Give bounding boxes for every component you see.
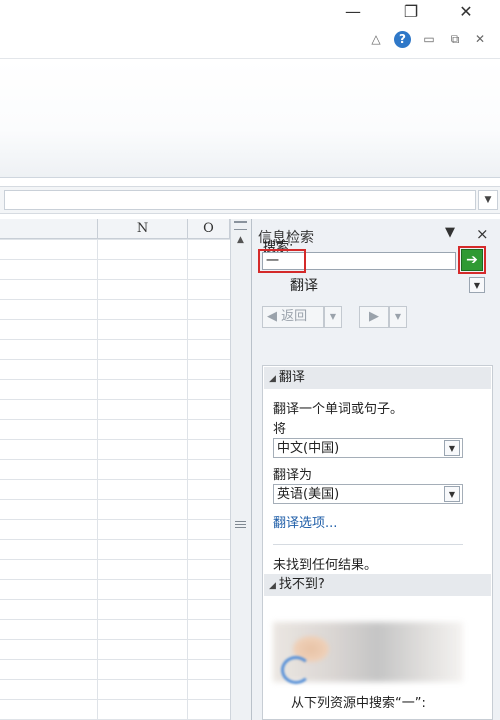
chevron-down-icon[interactable]: ▼ [444, 440, 460, 456]
source-select[interactable]: 翻译 ▼ [262, 275, 492, 295]
title-bar: — ❐ ✕ [0, 0, 500, 26]
forward-dropdown-icon[interactable]: ▼ [389, 306, 407, 328]
ribbon [0, 59, 500, 177]
research-pane: 信息检索 ▼ × 搜索: 一 ➔ 翻译 ▼ ◀ 返回 ▼ ▶ ▼ ◢ 翻译 翻译一… [251, 219, 500, 720]
to-language-select[interactable]: 英语(美国) ▼ [273, 484, 463, 504]
workbook-close-button[interactable]: ✕ [472, 29, 488, 49]
forward-arrow-icon: ▶ [369, 309, 379, 324]
pane-close-icon[interactable]: × [476, 225, 489, 243]
column-header-n[interactable]: N [98, 219, 188, 239]
no-result-text: 未找到任何结果。 [273, 558, 378, 573]
chevron-down-icon[interactable]: ▼ [469, 277, 485, 293]
from-label: 将 [273, 422, 287, 437]
back-dropdown-icon[interactable]: ▼ [324, 306, 342, 328]
minimize-window-button[interactable]: — [342, 2, 364, 22]
scroll-up-icon[interactable]: ▲ [233, 233, 248, 247]
to-label: 翻译为 [273, 468, 313, 483]
collapse-triangle-icon: ◢ [269, 581, 276, 591]
cell-grid[interactable] [0, 239, 230, 720]
collapse-ribbon-icon[interactable]: △ [368, 29, 384, 49]
highlight-search-button [458, 246, 486, 274]
close-window-button[interactable]: ✕ [455, 2, 477, 22]
ribbon-divider [0, 177, 500, 178]
help-icon[interactable]: ? [394, 31, 411, 48]
translate-instruction: 翻译一个单词或句子。 [273, 402, 404, 417]
source-select-value: 翻译 [290, 278, 318, 294]
forward-button[interactable]: ▶ [359, 306, 389, 328]
divider [273, 544, 463, 545]
highlight-search-term [258, 249, 306, 273]
results-panel: ◢ 翻译 翻译一个单词或句子。 将 中文(中国) ▼ 翻译为 英语(美国) ▼ 翻… [262, 365, 493, 720]
translation-options-link[interactable]: 翻译选项... [273, 512, 337, 531]
from-language-select[interactable]: 中文(中国) ▼ [273, 438, 463, 458]
vertical-scrollbar[interactable]: ▲ [230, 219, 251, 720]
chevron-down-icon[interactable]: ▼ [444, 486, 460, 502]
back-arrow-icon: ◀ [267, 309, 277, 324]
workbook-minimize-button[interactable]: ▭ [421, 29, 437, 49]
pane-splitter-grip-icon[interactable] [235, 521, 246, 530]
column-header[interactable] [0, 219, 98, 239]
translate-section-header[interactable]: ◢ 翻译 [264, 367, 491, 389]
formula-bar: ▼ [0, 186, 500, 214]
collapse-triangle-icon: ◢ [269, 374, 276, 384]
spreadsheet-grid: N O [0, 219, 230, 720]
loading-spinner-icon [281, 656, 311, 684]
search-sources-text: 从下列资源中搜索“一”: [291, 696, 426, 711]
workbook-restore-button[interactable]: ⧉ [447, 29, 463, 49]
column-header-o[interactable]: O [188, 219, 230, 239]
back-button[interactable]: ◀ 返回 [262, 306, 324, 328]
split-handle[interactable] [234, 221, 247, 230]
pane-options-dropdown-icon[interactable]: ▼ [445, 225, 455, 240]
restore-window-button[interactable]: ❐ [400, 2, 422, 22]
not-found-section-header[interactable]: ◢ 找不到? [264, 574, 491, 596]
formula-expand-button[interactable]: ▼ [478, 190, 498, 210]
back-label: 返回 [281, 309, 308, 324]
formula-input[interactable] [4, 190, 476, 210]
